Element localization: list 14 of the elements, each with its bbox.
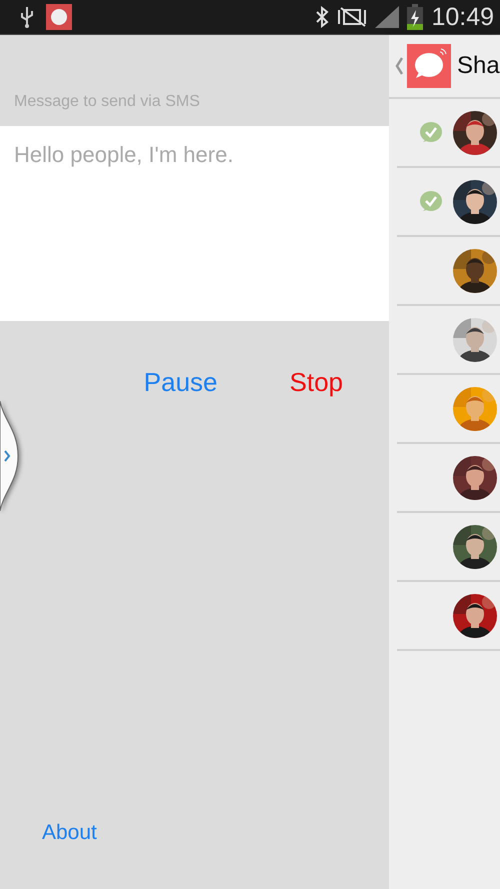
panel-title: Sha	[457, 52, 500, 80]
signal-icon	[375, 6, 400, 28]
bluetooth-icon	[315, 6, 330, 28]
battery-icon	[407, 4, 424, 30]
drawer-handle[interactable]	[0, 401, 20, 511]
stop-button[interactable]: Stop	[284, 365, 349, 400]
app-icon	[46, 4, 72, 30]
vibrate-off-icon	[337, 7, 368, 27]
message-field[interactable]: Hello people, I'm here.	[0, 126, 389, 321]
clock: 10:49	[431, 2, 494, 32]
app-logo-icon	[407, 44, 451, 88]
usb-icon	[18, 5, 36, 29]
pause-button[interactable]: Pause	[138, 365, 224, 400]
about-link[interactable]: About	[42, 821, 97, 845]
